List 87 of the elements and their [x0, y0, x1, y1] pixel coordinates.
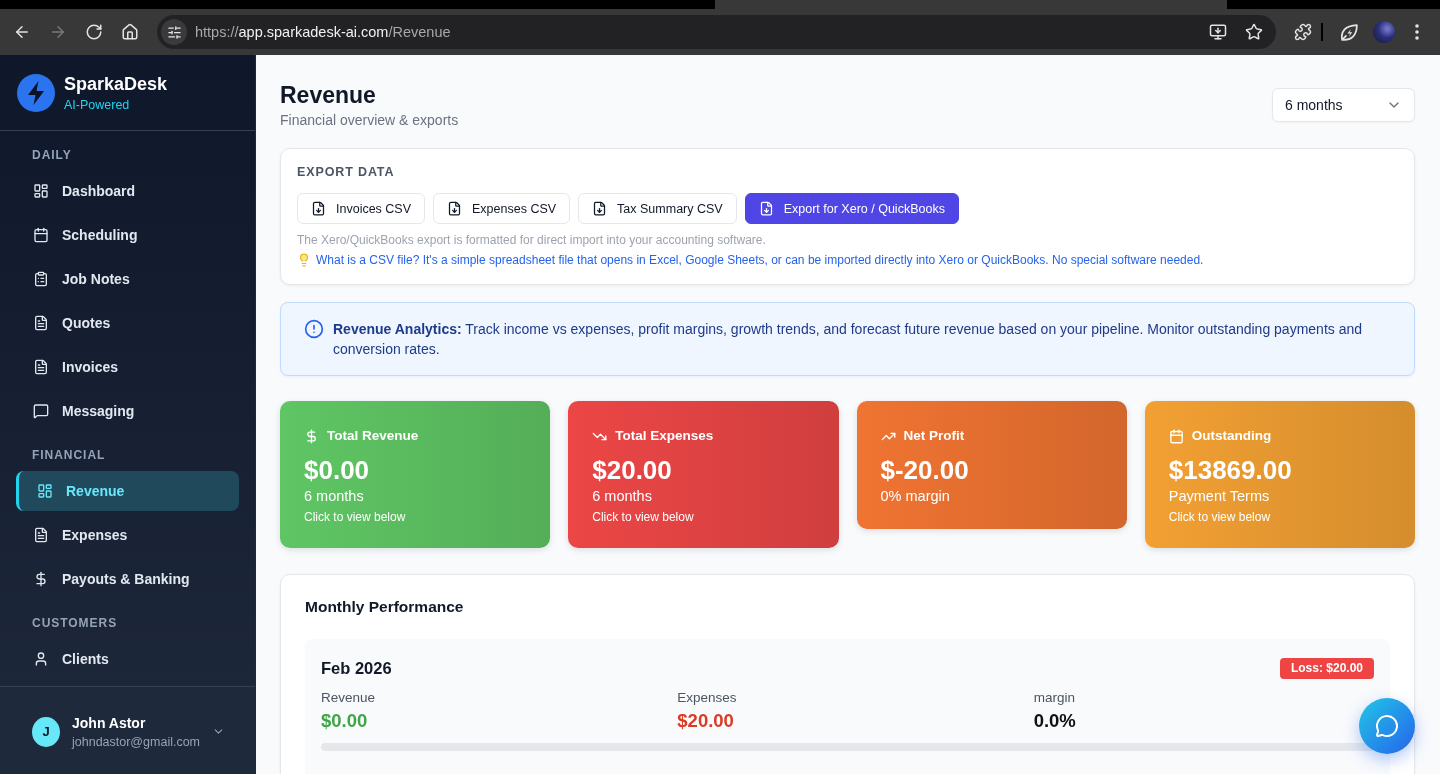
info-text: Revenue Analytics: Track income vs expenses, profit margins, growth trends, and forecast future revenue based on your pipeline. Monitor outstanding payments and conversion rates.	[333, 320, 1364, 359]
document-icon	[33, 527, 49, 543]
nav-item[interactable]: Quotes	[16, 303, 239, 343]
stat-detail: 0% margin	[880, 487, 951, 506]
monitor-download-icon	[1209, 23, 1227, 41]
dollar-icon	[33, 571, 49, 587]
stat-value: $13869.00	[1168, 454, 1293, 486]
chat-bubble-icon	[33, 403, 49, 419]
lightning-logo-icon	[17, 73, 55, 112]
clipboard-icon	[33, 271, 49, 287]
url-text: https://app.sparkadesk-ai.com/Revenue	[195, 24, 452, 40]
stat-detail: Payment Terms	[1168, 487, 1271, 506]
nav-item[interactable]: Clients	[16, 639, 239, 679]
stat-card[interactable]: Total Expenses $20.00 6 months Click to view below	[568, 401, 839, 548]
stat-detail: 6 months	[592, 487, 653, 506]
arrow-right-icon	[49, 23, 67, 41]
address-bar[interactable]: https://app.sparkadesk-ai.com/Revenue	[157, 15, 1276, 49]
person-icon	[33, 651, 49, 667]
nav-item[interactable]: Job Notes	[16, 259, 239, 299]
stat-label: Outstanding	[1191, 427, 1272, 445]
export-button[interactable]: Tax Summary CSV	[578, 193, 737, 224]
sliders-icon	[166, 24, 182, 40]
export-button[interactable]: Invoices CSV	[297, 193, 426, 224]
stat-label: Net Profit	[903, 427, 965, 445]
stat-hint: Click to view below	[304, 509, 407, 525]
nav-section-title: DAILY	[32, 147, 73, 164]
nav-item[interactable]: Revenue	[16, 471, 239, 511]
stat-hint: Click to view below	[592, 509, 695, 525]
nav-item[interactable]: Invoices	[16, 347, 239, 387]
metric-label: margin	[1033, 689, 1076, 707]
calendar-icon	[33, 227, 49, 243]
metric-label: Expenses	[677, 689, 738, 707]
metric-value: $0.00	[321, 709, 369, 733]
document-icon	[33, 315, 49, 331]
user-avatar: J	[32, 716, 60, 747]
file-download-icon	[758, 201, 774, 216]
metric-value: 0.0%	[1033, 709, 1077, 733]
period-select[interactable]: 6 months	[1272, 88, 1415, 122]
loss-badge: Loss: $20.00	[1279, 657, 1374, 679]
month-label: Feb 2026	[321, 658, 392, 679]
export-button[interactable]: Expenses CSV	[433, 193, 571, 224]
file-download-icon	[311, 201, 326, 216]
info-icon	[304, 319, 324, 339]
leaf-bolt-icon	[1340, 23, 1358, 41]
document-icon	[33, 359, 49, 375]
puzzle-icon	[1294, 23, 1312, 41]
nav-item[interactable]: Payouts & Banking	[16, 559, 239, 599]
page-subtitle: Financial overview & exports	[280, 111, 459, 129]
calendar-icon	[1168, 428, 1184, 444]
metric-label: Revenue	[321, 689, 377, 707]
dollar-icon	[304, 428, 319, 444]
user-email: johndastor@gmail.com	[72, 733, 201, 750]
reload-icon	[85, 23, 103, 41]
csv-tip-text: What is a CSV file? It's a simple spreadsheet file that opens in Excel, Google Sheets, or can be imported directly into Xero or QuickBooks. No special software needed.	[316, 252, 1204, 268]
nav-item[interactable]: Expenses	[16, 515, 239, 555]
nav-item[interactable]: Messaging	[16, 391, 239, 431]
section-title: Monthly Performance	[305, 597, 465, 617]
user-name: John Astor	[72, 713, 147, 732]
dashboard-grid-icon	[33, 183, 49, 199]
stat-label: Total Revenue	[327, 427, 419, 445]
star-icon	[1245, 23, 1263, 41]
export-button[interactable]: Export for Xero / QuickBooks	[744, 193, 959, 224]
dashboard-grid-icon	[37, 483, 53, 499]
file-download-icon	[592, 201, 608, 216]
stat-value: $20.00	[592, 454, 673, 486]
kebab-menu-icon	[1415, 24, 1419, 40]
home-icon	[121, 23, 139, 41]
file-download-icon	[447, 201, 463, 216]
lightbulb-icon	[297, 253, 311, 267]
stat-value: $0.00	[304, 454, 371, 486]
export-title: EXPORT DATA	[297, 164, 396, 180]
nav-section-title: FINANCIAL	[32, 447, 107, 464]
export-note: The Xero/QuickBooks export is formatted for direct import into your accounting software.	[297, 232, 767, 248]
nav-item[interactable]: Scheduling	[16, 215, 239, 255]
brand-tagline: AI-Powered	[64, 97, 131, 113]
nav-section-title: CUSTOMERS	[32, 615, 119, 632]
chat-bubble-icon	[1375, 714, 1399, 738]
metric-value: $20.00	[677, 709, 735, 733]
nav-item[interactable]: Dashboard	[16, 171, 239, 211]
site-settings-button[interactable]	[161, 19, 187, 45]
stat-label: Total Expenses	[615, 427, 714, 445]
brand-name: SparkaDesk	[64, 72, 168, 95]
page-title: Revenue	[280, 81, 377, 110]
stat-value: $-20.00	[880, 454, 970, 486]
stat-hint: Click to view below	[1168, 509, 1272, 525]
stat-detail: 6 months	[304, 487, 365, 506]
profile-avatar[interactable]	[1373, 21, 1395, 43]
